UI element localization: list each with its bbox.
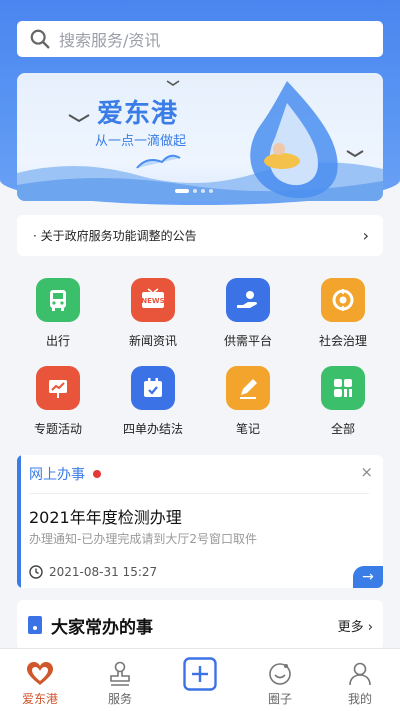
card-header-label: 网上办事 bbox=[29, 467, 85, 483]
banner-title: 爱东港 bbox=[97, 99, 179, 129]
service-governance[interactable]: 社会治理 bbox=[296, 278, 390, 349]
divider bbox=[29, 493, 369, 494]
service-label: 出行 bbox=[45, 334, 70, 348]
tab-home[interactable]: 爱东港 bbox=[0, 649, 80, 711]
task-time-text: 2021-08-31 15:27 bbox=[49, 565, 158, 579]
service-travel[interactable]: 出行 bbox=[11, 278, 105, 349]
service-label: 四单办结法 bbox=[122, 422, 183, 436]
arrow-right-icon[interactable]: → bbox=[353, 566, 383, 588]
banner-illustration bbox=[17, 80, 383, 201]
section-title: 大家常办的事 bbox=[51, 617, 153, 638]
close-icon[interactable]: × bbox=[360, 463, 373, 481]
task-time: 2021-08-31 15:27 bbox=[29, 565, 157, 579]
announcement-text: · 关于政府服务功能调整的公告 bbox=[33, 229, 197, 243]
bottom-tab-bar: 爱东港 服务 圈子 我的 bbox=[0, 648, 400, 711]
task-subtitle: 办理通知-已办理完成请到大厅2号窗口取件 bbox=[29, 532, 257, 546]
tab-label: 我的 bbox=[347, 692, 372, 706]
clock-icon bbox=[29, 565, 43, 579]
heart-icon bbox=[27, 662, 53, 685]
search-placeholder: 搜索服务/资讯 bbox=[59, 31, 161, 50]
service-label: 社会治理 bbox=[318, 334, 367, 348]
calendar-icon bbox=[131, 366, 175, 410]
announcement-bar[interactable]: · 关于政府服务功能调整的公告 › bbox=[17, 215, 383, 256]
unread-dot bbox=[93, 470, 101, 478]
service-special-events[interactable]: 专题活动 bbox=[11, 366, 105, 437]
service-label: 全部 bbox=[330, 422, 355, 436]
plus-icon bbox=[183, 657, 217, 691]
tab-profile[interactable]: 我的 bbox=[320, 649, 400, 711]
task-card[interactable]: 网上办事 × 2021年年度检测办理 办理通知-已办理完成请到大厅2号窗口取件 … bbox=[17, 455, 383, 588]
service-label: 供需平台 bbox=[223, 334, 272, 348]
card-header: 网上办事 bbox=[29, 464, 101, 484]
tab-label: 爱东港 bbox=[21, 692, 58, 706]
banner-carousel[interactable]: 爱东港 从一点一滴做起 bbox=[17, 73, 383, 201]
chart-icon bbox=[36, 366, 80, 410]
tab-label: 圈子 bbox=[267, 692, 292, 706]
pencil-icon bbox=[226, 366, 270, 410]
card-accent-bar bbox=[17, 455, 21, 588]
tab-label: 服务 bbox=[107, 692, 132, 706]
tab-services[interactable]: 服务 bbox=[80, 649, 160, 711]
service-label: 专题活动 bbox=[33, 422, 82, 436]
hand-icon bbox=[226, 278, 270, 322]
search-icon bbox=[30, 29, 50, 49]
service-all[interactable]: 全部 bbox=[296, 366, 390, 437]
common-tasks-header: 大家常办的事 更多 › bbox=[17, 600, 383, 650]
service-notes[interactable]: 笔记 bbox=[201, 366, 295, 437]
service-label: 新闻资讯 bbox=[128, 334, 177, 348]
task-title: 2021年年度检测办理 bbox=[29, 508, 182, 527]
target-icon bbox=[321, 278, 365, 322]
circle-icon bbox=[269, 663, 291, 685]
book-icon bbox=[28, 616, 42, 634]
grid-icon bbox=[321, 366, 365, 410]
service-label: 笔记 bbox=[235, 422, 260, 436]
service-supply-demand[interactable]: 供需平台 bbox=[201, 278, 295, 349]
service-news[interactable]: NEWS 新闻资讯 bbox=[106, 278, 200, 349]
user-icon bbox=[349, 662, 371, 686]
tab-circle[interactable]: 圈子 bbox=[240, 649, 320, 711]
banner-subtitle: 从一点一滴做起 bbox=[95, 134, 187, 149]
service-four-list[interactable]: 四单办结法 bbox=[106, 366, 200, 437]
search-input[interactable]: 搜索服务/资讯 bbox=[17, 21, 383, 57]
more-link[interactable]: 更多 › bbox=[338, 616, 373, 635]
svg-text:NEWS: NEWS bbox=[141, 297, 164, 305]
stamp-icon bbox=[110, 661, 130, 686]
bus-icon bbox=[36, 278, 80, 322]
carousel-indicator bbox=[175, 189, 213, 193]
news-icon: NEWS bbox=[131, 278, 175, 322]
chevron-right-icon: › bbox=[362, 226, 369, 245]
tab-add[interactable] bbox=[160, 649, 240, 711]
